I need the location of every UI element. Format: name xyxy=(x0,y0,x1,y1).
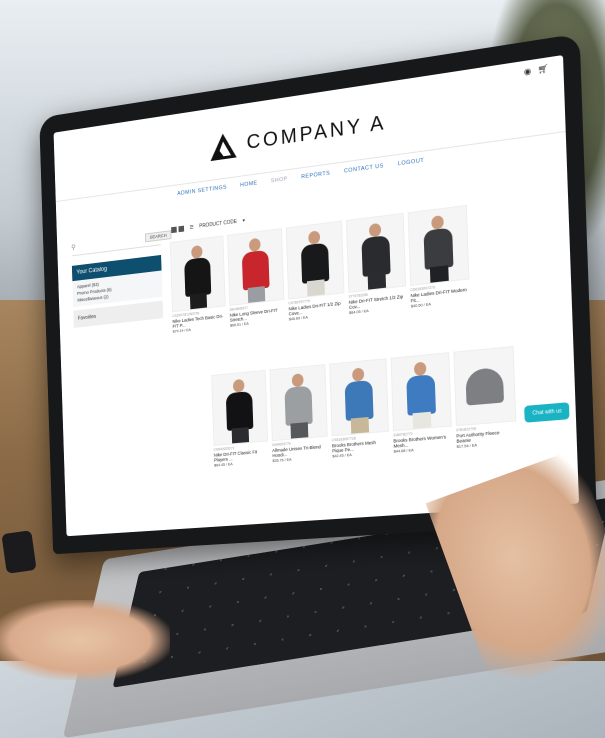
product-card[interactable]: 0781822709 Port Authority Fleece Beanie $1… xyxy=(453,345,517,449)
model-pants xyxy=(367,272,387,290)
product-image[interactable] xyxy=(285,220,345,300)
model-pants xyxy=(412,411,432,429)
nav-home[interactable]: HOME xyxy=(240,180,258,188)
product-image[interactable] xyxy=(345,212,407,293)
product-card[interactable]: CS6163007279 Nike Ladies Dri-FIT Modern F… xyxy=(407,204,470,309)
product-card[interactable]: 3779753255 Nike Dri-FIT Stretch 1/2 Zip C… xyxy=(345,212,407,315)
model-pants xyxy=(231,427,250,444)
product-card[interactable]: CS640025271 Nike Dri-FIT Classic Fit Play… xyxy=(211,369,269,468)
nav-admin-settings[interactable]: ADMIN SETTINGS xyxy=(177,184,227,197)
beanie-image xyxy=(465,366,505,406)
search-bar: ⚲ SEARCH xyxy=(71,230,172,257)
product-image[interactable] xyxy=(329,358,390,437)
model-shirt xyxy=(184,256,212,298)
product-image[interactable] xyxy=(211,369,269,446)
model-shirt xyxy=(284,385,313,427)
nav-contact-us[interactable]: CONTACT US xyxy=(344,163,384,174)
model-pants xyxy=(350,417,370,434)
product-card[interactable]: CS6163007728 Brooks Brothers Mesh Pique P… xyxy=(329,358,390,459)
user-icon[interactable]: ◉ xyxy=(524,66,532,77)
product-card[interactable]: 2444003779 Allmade Unisex Tri-Blend Hoodi… xyxy=(269,364,328,463)
product-card[interactable]: CS20N7812N3726 Nike Ladies Tech Basic Dri… xyxy=(169,235,226,334)
model-pants xyxy=(429,265,449,283)
search-icon: ⚲ xyxy=(71,243,76,252)
phone xyxy=(1,530,37,574)
model-head xyxy=(291,373,304,388)
product-image[interactable] xyxy=(407,204,470,286)
product-image[interactable] xyxy=(269,364,328,442)
product-card[interactable]: 3180782771 Brooks Brothers Women's Mesh..… xyxy=(390,352,452,454)
chevron-down-icon[interactable]: ▾ xyxy=(242,218,245,224)
model-shirt xyxy=(344,379,374,421)
model-pants xyxy=(290,422,309,439)
search-input[interactable] xyxy=(79,234,142,251)
model-pants xyxy=(247,286,266,303)
nav-logout[interactable]: LOGOUT xyxy=(398,158,425,168)
sort-select[interactable]: PRODUCT CODE xyxy=(199,219,237,230)
cart-icon[interactable]: 🛒︎ xyxy=(537,64,548,75)
list-view-icon[interactable]: ☰ xyxy=(189,224,193,230)
sidebar: ⚲ SEARCH Your Catalog Apparel (93) Promo… xyxy=(71,230,172,328)
logo-text: COMPANY A xyxy=(246,111,387,154)
product-image[interactable] xyxy=(169,235,226,313)
view-toolbar: ☰ PRODUCT CODE ▾ xyxy=(171,218,245,234)
model-head xyxy=(413,361,427,377)
model-shirt xyxy=(361,235,391,277)
chat-button[interactable]: Chat with us xyxy=(524,402,570,423)
product-image[interactable] xyxy=(390,352,452,432)
website-screen: ◉ 🛒︎ COMPANY A ADMIN SETTINGS HOME SHOP … xyxy=(53,55,580,537)
model-head xyxy=(232,378,245,393)
logo-mark-icon xyxy=(209,131,237,162)
product-card[interactable]: 3843845577 Nike Long Sleeve Dri-FIT Stret… xyxy=(227,228,285,328)
header-icons: ◉ 🛒︎ xyxy=(524,64,549,77)
search-button[interactable]: SEARCH xyxy=(145,230,172,243)
nav-reports[interactable]: REPORTS xyxy=(301,170,330,180)
model-shirt xyxy=(300,242,330,284)
grid-view-icon[interactable] xyxy=(171,225,185,234)
model-shirt xyxy=(241,249,270,291)
left-hand xyxy=(0,600,170,680)
nav-shop[interactable]: SHOP xyxy=(271,176,288,184)
model-pants xyxy=(189,292,208,310)
product-image[interactable] xyxy=(453,345,517,427)
model-shirt xyxy=(423,227,454,270)
model-shirt xyxy=(406,374,436,416)
product-image[interactable] xyxy=(227,228,285,306)
model-shirt xyxy=(225,391,254,431)
model-head xyxy=(352,367,365,382)
model-pants xyxy=(306,279,325,297)
product-card[interactable]: CS780757779 Nike Ladies Dri-FIT 1/2 Zip C… xyxy=(285,220,345,321)
